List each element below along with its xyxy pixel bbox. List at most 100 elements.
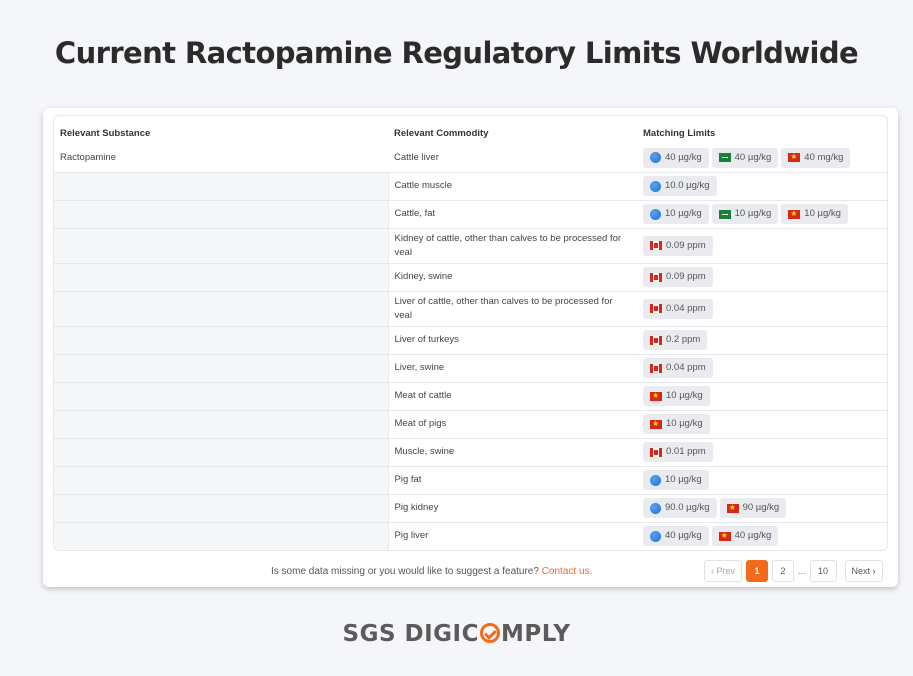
limits-cell: 90.0 µg/kg 90 µg/kg <box>637 493 887 522</box>
limit-chip[interactable]: 40 mg/kg <box>781 147 851 168</box>
limit-chip[interactable]: 90.0 µg/kg <box>643 498 717 518</box>
limits-cell: 0.04 ppm <box>637 353 887 382</box>
table-header-row: Relevant Substance Relevant Commodity Ma… <box>54 116 887 144</box>
limits-cell: 0.09 ppm <box>637 227 887 263</box>
substance-cell <box>54 465 389 494</box>
limit-value: 10 µg/kg <box>666 418 703 429</box>
commodity-cell: Meat of cattle <box>387 381 637 410</box>
substance-cell <box>54 227 389 263</box>
globe-icon <box>650 152 661 164</box>
limit-chip[interactable]: 0.04 ppm <box>643 358 713 378</box>
table-row: Kidney of cattle, other than calves to b… <box>54 227 887 263</box>
limit-chip[interactable]: 10 µg/kg <box>711 204 779 224</box>
limits-cell: 0.01 ppm <box>637 437 887 466</box>
table-row: Pig liver 40 µg/kg 40 µg/kg <box>54 521 887 550</box>
canada-flag-icon <box>650 241 662 250</box>
limit-value: 90.0 µg/kg <box>665 502 710 513</box>
table-row: Pig fat 10 µg/kg <box>54 465 887 494</box>
limit-chip[interactable]: 40 µg/kg <box>711 147 779 168</box>
limit-chip[interactable]: 10 µg/kg <box>643 414 710 434</box>
table-row: Muscle, swine 0.01 ppm <box>54 437 887 466</box>
pagination: ‹ Prev 1 2 ... 10 Next › <box>704 560 883 582</box>
limit-chip[interactable]: 0.01 ppm <box>643 442 713 462</box>
commodity-cell: Kidney, swine <box>387 262 637 291</box>
vietnam-flag-icon <box>788 207 801 221</box>
substance-cell <box>54 353 389 382</box>
page-button-1[interactable]: 1 <box>746 560 769 582</box>
limit-value: 10 µg/kg <box>665 474 702 485</box>
commodity-cell: Kidney of cattle, other than calves to b… <box>387 227 637 263</box>
table-row: RactopamineCattle liver40 µg/kg40 µg/kg4… <box>54 144 887 172</box>
substance-cell <box>54 290 389 326</box>
substance-cell <box>54 171 389 200</box>
commodity-cell: Cattle muscle <box>387 171 637 200</box>
table-row: Liver of turkeys 0.2 ppm <box>54 325 887 354</box>
limits-card: Relevant Substance Relevant Commodity Ma… <box>43 108 898 587</box>
limit-chip[interactable]: 40 µg/kg <box>711 526 779 547</box>
limit-value: 40 mg/kg <box>804 151 844 163</box>
table-row: Cattle muscle 10.0 µg/kg <box>54 171 887 200</box>
substance-cell <box>54 437 389 466</box>
limit-chip[interactable]: 0.2 ppm <box>643 330 708 350</box>
vietnam-flag-icon <box>726 501 739 515</box>
commodity-cell: Liver of cattle, other than calves to be… <box>387 290 637 326</box>
canada-flag-icon <box>650 447 662 457</box>
limits-cell: 40 µg/kg 40 µg/kg 40 mg/kg <box>637 144 887 172</box>
prev-page-button[interactable]: ‹ Prev <box>704 560 743 582</box>
limit-value: 40 µg/kg <box>734 530 772 542</box>
substance-cell <box>54 325 389 354</box>
footer-message-text: Is some data missing or you would like t… <box>271 566 539 577</box>
next-page-button[interactable]: Next › <box>844 560 883 582</box>
limit-value: 0.09 ppm <box>666 271 706 282</box>
substance-cell <box>54 199 389 228</box>
commodity-cell: Liver, swine <box>387 353 637 382</box>
limits-cell: 10 µg/kg <box>637 465 887 494</box>
limit-chip[interactable]: 10 µg/kg <box>643 204 709 224</box>
limit-chip[interactable]: 0.09 ppm <box>643 267 713 287</box>
limit-chip[interactable]: 0.04 ppm <box>643 298 713 319</box>
globe-icon <box>650 530 661 542</box>
table-row: Cattle, fat 10 µg/kg 10 µg/kg 10 µg/kg <box>54 199 887 228</box>
limit-chip[interactable]: 10.0 µg/kg <box>643 176 717 196</box>
commodity-cell: Cattle, fat <box>387 199 637 228</box>
commodity-cell: Liver of turkeys <box>387 325 637 354</box>
commodity-cell: Cattle liver <box>394 151 439 163</box>
limit-value: 0.09 ppm <box>666 239 706 251</box>
logo-text-start: SGS DIGIC <box>342 621 479 647</box>
commodity-cell: Meat of pigs <box>387 409 637 438</box>
limit-value: 10 µg/kg <box>665 208 702 219</box>
limit-value: 10 µg/kg <box>666 390 703 401</box>
substance-cell <box>54 409 389 438</box>
limit-chip[interactable]: 10 µg/kg <box>643 386 710 406</box>
globe-icon <box>650 474 661 486</box>
limit-chip[interactable]: 10 µg/kg <box>643 470 709 490</box>
footer-message: Is some data missing or you would like t… <box>271 566 592 577</box>
globe-icon <box>650 502 661 514</box>
limit-chip[interactable]: 40 µg/kg <box>643 147 709 168</box>
limit-chip[interactable]: 0.09 ppm <box>643 235 713 256</box>
table-row: Liver, swine 0.04 ppm <box>54 353 887 382</box>
table-body: RactopamineCattle liver40 µg/kg40 µg/kg4… <box>54 144 887 550</box>
saudi-arabia-flag-icon <box>718 209 731 219</box>
table-row: Meat of cattle 10 µg/kg <box>54 381 887 410</box>
limit-value: 40 µg/kg <box>734 151 772 163</box>
limit-chip[interactable]: 10 µg/kg <box>781 204 848 224</box>
limits-cell: 10.0 µg/kg <box>637 171 887 200</box>
limit-chip[interactable]: 40 µg/kg <box>643 526 709 547</box>
substance-cell <box>54 493 389 522</box>
limit-value: 0.04 ppm <box>666 362 706 373</box>
page-title: Current Ractopamine Regulatory Limits Wo… <box>54 36 859 70</box>
vietnam-flag-icon <box>718 529 731 543</box>
vietnam-flag-icon <box>650 389 662 403</box>
limits-table: Relevant Substance Relevant Commodity Ma… <box>54 116 887 550</box>
page-button-2[interactable]: 2 <box>772 560 795 582</box>
limits-cell: 10 µg/kg 10 µg/kg 10 µg/kg <box>637 199 887 228</box>
contact-us-link[interactable]: Contact us. <box>542 566 593 577</box>
table-row: Meat of pigs 10 µg/kg <box>54 409 887 438</box>
canada-flag-icon <box>650 335 662 345</box>
limit-chip[interactable]: 90 µg/kg <box>719 498 787 518</box>
page-button-10[interactable]: 10 <box>809 560 837 582</box>
substance-cell <box>54 381 389 410</box>
sgs-digicomply-logo: SGS DIGIC MPLY <box>0 621 913 647</box>
limit-value: 0.2 ppm <box>666 334 701 345</box>
